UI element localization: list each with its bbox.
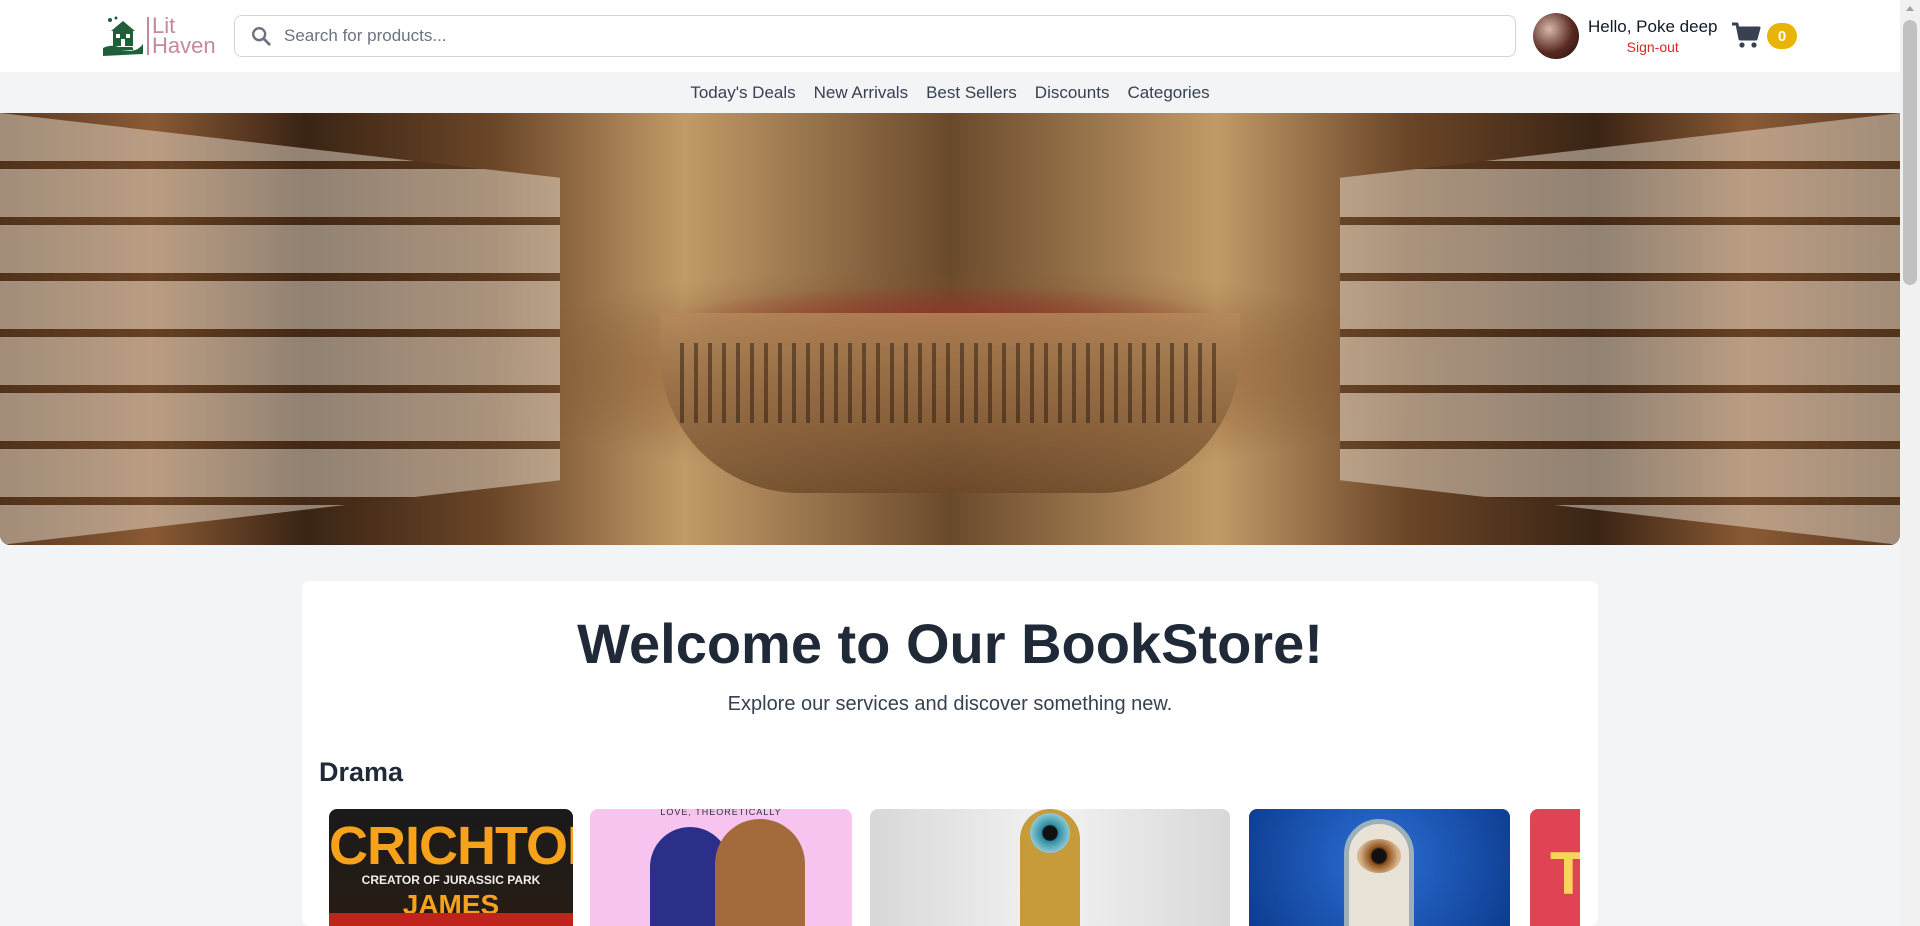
book-card[interactable] — [870, 809, 1230, 926]
book-carousel: CRICHTON CREATOR OF JURASSIC PARK JAMES … — [302, 809, 1580, 926]
nav-todays-deals[interactable]: Today's Deals — [690, 83, 795, 103]
user-menu[interactable]: Hello, Poke deep Sign-out — [1533, 13, 1717, 59]
scrollbar-thumb[interactable] — [1903, 20, 1917, 285]
book-card[interactable] — [1249, 809, 1510, 926]
shopping-cart-icon[interactable] — [1731, 20, 1761, 50]
book-cover-line: LOVE, THEORETICALLY — [660, 809, 782, 817]
hero-bookshelf-left — [0, 113, 560, 545]
category-nav: Today's Deals New Arrivals Best Sellers … — [0, 72, 1900, 113]
nav-new-arrivals[interactable]: New Arrivals — [814, 83, 908, 103]
hero-railing — [680, 343, 1220, 423]
nav-best-sellers[interactable]: Best Sellers — [926, 83, 1017, 103]
section-title-drama: Drama — [319, 757, 404, 787]
book-cover-title: T — [1550, 840, 1580, 907]
site-logo[interactable]: Lit Haven — [101, 14, 219, 58]
page-scrollbar[interactable] — [1900, 0, 1920, 926]
user-greeting: Hello, Poke deep — [1588, 17, 1718, 36]
book-card[interactable]: CRICHTON CREATOR OF JURASSIC PARK JAMES … — [329, 809, 573, 926]
eye-illustration — [1030, 813, 1070, 853]
book-cover-line: CREATOR OF JURASSIC PARK — [361, 873, 541, 887]
search-icon — [252, 27, 271, 46]
book-cover-band — [329, 913, 573, 926]
logo-text: Lit Haven — [152, 15, 216, 58]
top-header: Lit Haven Hello, Poke deep Sign-out 0 — [0, 0, 1900, 72]
signout-link[interactable]: Sign-out — [1588, 38, 1717, 56]
page-subtitle: Explore our services and discover someth… — [727, 693, 1173, 715]
welcome-card: Welcome to Our BookStore! Explore our se… — [302, 581, 1598, 926]
hero-banner — [0, 113, 1900, 545]
page-title: Welcome to Our BookStore! — [577, 612, 1323, 675]
logo-line-2: Haven — [152, 33, 216, 58]
book-cover-title: CRICHTON — [329, 816, 573, 876]
book-card[interactable]: LOVE, THEORETICALLY — [590, 809, 852, 926]
scroll-up-arrow-icon[interactable] — [1906, 6, 1914, 11]
book-card[interactable]: T — [1530, 809, 1580, 926]
user-avatar[interactable] — [1533, 13, 1579, 59]
nav-categories[interactable]: Categories — [1127, 83, 1209, 103]
nav-discounts[interactable]: Discounts — [1035, 83, 1110, 103]
user-text: Hello, Poke deep Sign-out — [1588, 16, 1717, 56]
search-bar[interactable] — [234, 15, 1516, 57]
hero-bookshelf-right — [1340, 113, 1900, 545]
eye-illustration — [1357, 839, 1401, 873]
logo-divider — [147, 17, 149, 55]
bookstore-house-hand-icon — [103, 16, 143, 56]
search-input[interactable] — [284, 26, 1484, 46]
book-cover-figure — [715, 819, 805, 926]
cart-count-badge: 0 — [1767, 23, 1797, 49]
